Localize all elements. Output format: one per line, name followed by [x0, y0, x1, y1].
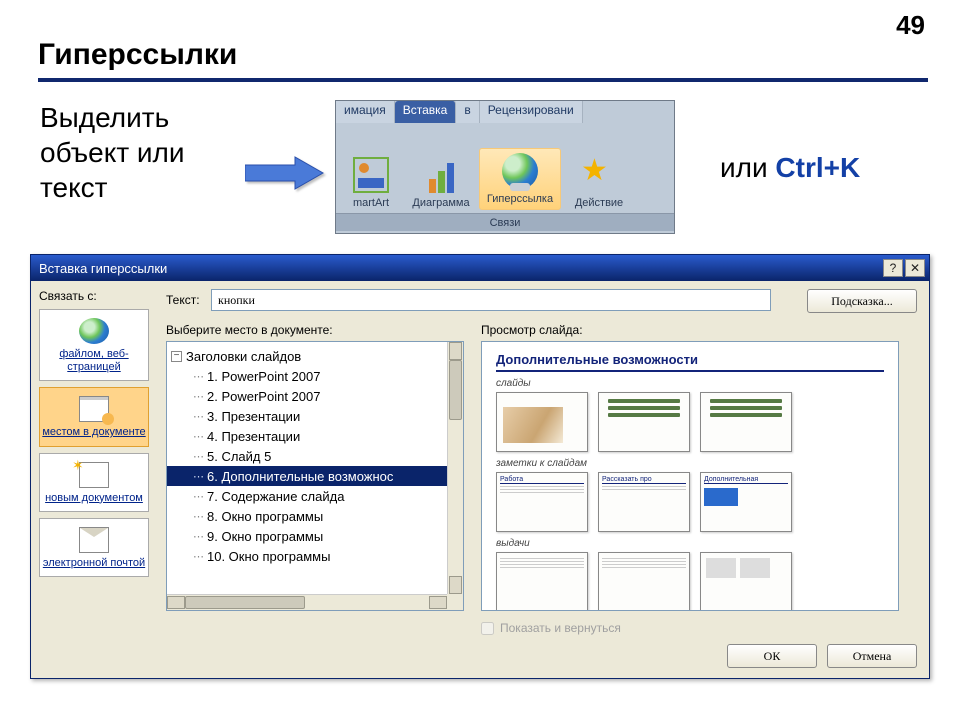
ribbon-chart-button[interactable]: Диаграмма — [406, 153, 476, 213]
slide-thumb — [700, 392, 792, 452]
ribbon-smartart-button[interactable]: martArt — [336, 153, 406, 213]
page-title: Гиперссылки — [38, 38, 237, 72]
slide-thumb: Рассказать про — [598, 472, 690, 532]
slide-preview: Дополнительные возможности слайды заметк… — [481, 341, 899, 611]
slide-thumb — [496, 392, 588, 452]
preview-section: слайды — [496, 378, 884, 389]
tree-item[interactable]: ⋯1. PowerPoint 2007 — [167, 366, 447, 386]
vertical-scrollbar[interactable] — [447, 342, 463, 594]
preview-section: выдачи — [496, 538, 884, 549]
show-and-return-checkbox: Показать и вернуться — [481, 621, 621, 635]
slide-thumb — [598, 552, 690, 611]
tree-item[interactable]: ⋯8. Окно программы — [167, 506, 447, 526]
dialog-title-text: Вставка гиперссылки — [39, 261, 167, 276]
place-email[interactable]: электронной почтой — [39, 518, 149, 577]
ribbon-tab[interactable]: Рецензировани — [480, 101, 583, 123]
place-new-document[interactable]: новым документом — [39, 453, 149, 512]
tree-item-selected[interactable]: ⋯6. Дополнительные возможнос — [167, 466, 447, 486]
ribbon-screenshot: имация Вставка в Рецензировани martArt Д… — [335, 100, 675, 234]
arrow-right-icon — [245, 155, 325, 196]
ribbon-tab-insert[interactable]: Вставка — [395, 101, 457, 123]
ribbon-hyperlink-button[interactable]: Гиперссылка — [479, 148, 561, 210]
select-place-label: Выберите место в документе: — [166, 323, 333, 337]
globe-icon — [79, 318, 109, 344]
shortcut-text: или Ctrl+K — [720, 152, 860, 184]
close-button[interactable]: ✕ — [905, 259, 925, 277]
shortcut-key: Ctrl+K — [775, 152, 860, 183]
tree-item[interactable]: ⋯7. Содержание слайда — [167, 486, 447, 506]
smartart-icon — [353, 157, 389, 193]
document-tree[interactable]: − Заголовки слайдов ⋯1. PowerPoint 2007 … — [166, 341, 464, 611]
ribbon-group-label: Связи — [336, 213, 674, 231]
tree-item[interactable]: ⋯10. Окно программы — [167, 546, 447, 566]
text-label: Текст: — [166, 293, 200, 307]
ribbon-label: Диаграмма — [412, 197, 469, 209]
ribbon-label: Действие — [575, 197, 623, 209]
instruction-text: Выделить объект или текст — [40, 100, 185, 205]
collapse-icon[interactable]: − — [171, 351, 182, 362]
slide-thumb: Работа — [496, 472, 588, 532]
cancel-button[interactable]: Отмена — [827, 644, 917, 668]
ribbon-tab[interactable]: имация — [336, 101, 395, 123]
preview-section: заметки к слайдам — [496, 458, 884, 469]
checkbox-input — [481, 622, 494, 635]
help-button[interactable]: ? — [883, 259, 903, 277]
scrollbar-corner — [447, 594, 463, 610]
preview-label: Просмотр слайда: — [481, 323, 583, 337]
slide-thumb — [700, 552, 792, 611]
slide-thumb — [598, 392, 690, 452]
slide-thumb — [496, 552, 588, 611]
preview-slide-title: Дополнительные возможности — [496, 352, 884, 372]
tree-item[interactable]: ⋯2. PowerPoint 2007 — [167, 386, 447, 406]
globe-icon — [502, 153, 538, 189]
horizontal-scrollbar[interactable] — [167, 594, 447, 610]
ribbon-label: Гиперссылка — [487, 193, 553, 205]
ok-button[interactable]: ОК — [727, 644, 817, 668]
ribbon-label: martArt — [353, 197, 389, 209]
dialog-titlebar: Вставка гиперссылки ? ✕ — [31, 255, 929, 281]
place-file-web[interactable]: файлом, веб-страницей — [39, 309, 149, 381]
insert-hyperlink-dialog: Вставка гиперссылки ? ✕ Связать с: файло… — [30, 254, 930, 679]
slide-thumb: Дополнительная — [700, 472, 792, 532]
mail-icon — [79, 527, 109, 553]
star-icon — [581, 157, 617, 193]
page-number: 49 — [896, 10, 925, 41]
ribbon-tab[interactable]: в — [456, 101, 479, 123]
tree-item[interactable]: ⋯5. Слайд 5 — [167, 446, 447, 466]
tree-root[interactable]: − Заголовки слайдов — [167, 346, 447, 366]
tree-item[interactable]: ⋯9. Окно программы — [167, 526, 447, 546]
screentip-button[interactable]: Подсказка... — [807, 289, 917, 313]
ribbon-action-button[interactable]: Действие — [564, 153, 634, 213]
link-with-label: Связать с: — [39, 289, 149, 303]
tree-item[interactable]: ⋯3. Презентации — [167, 406, 447, 426]
tree-item[interactable]: ⋯4. Презентации — [167, 426, 447, 446]
title-rule — [38, 78, 928, 82]
document-target-icon — [79, 396, 109, 422]
place-in-document[interactable]: местом в документе — [39, 387, 149, 446]
chart-icon — [423, 157, 459, 193]
new-document-icon — [79, 462, 109, 488]
display-text-input[interactable] — [211, 289, 771, 311]
